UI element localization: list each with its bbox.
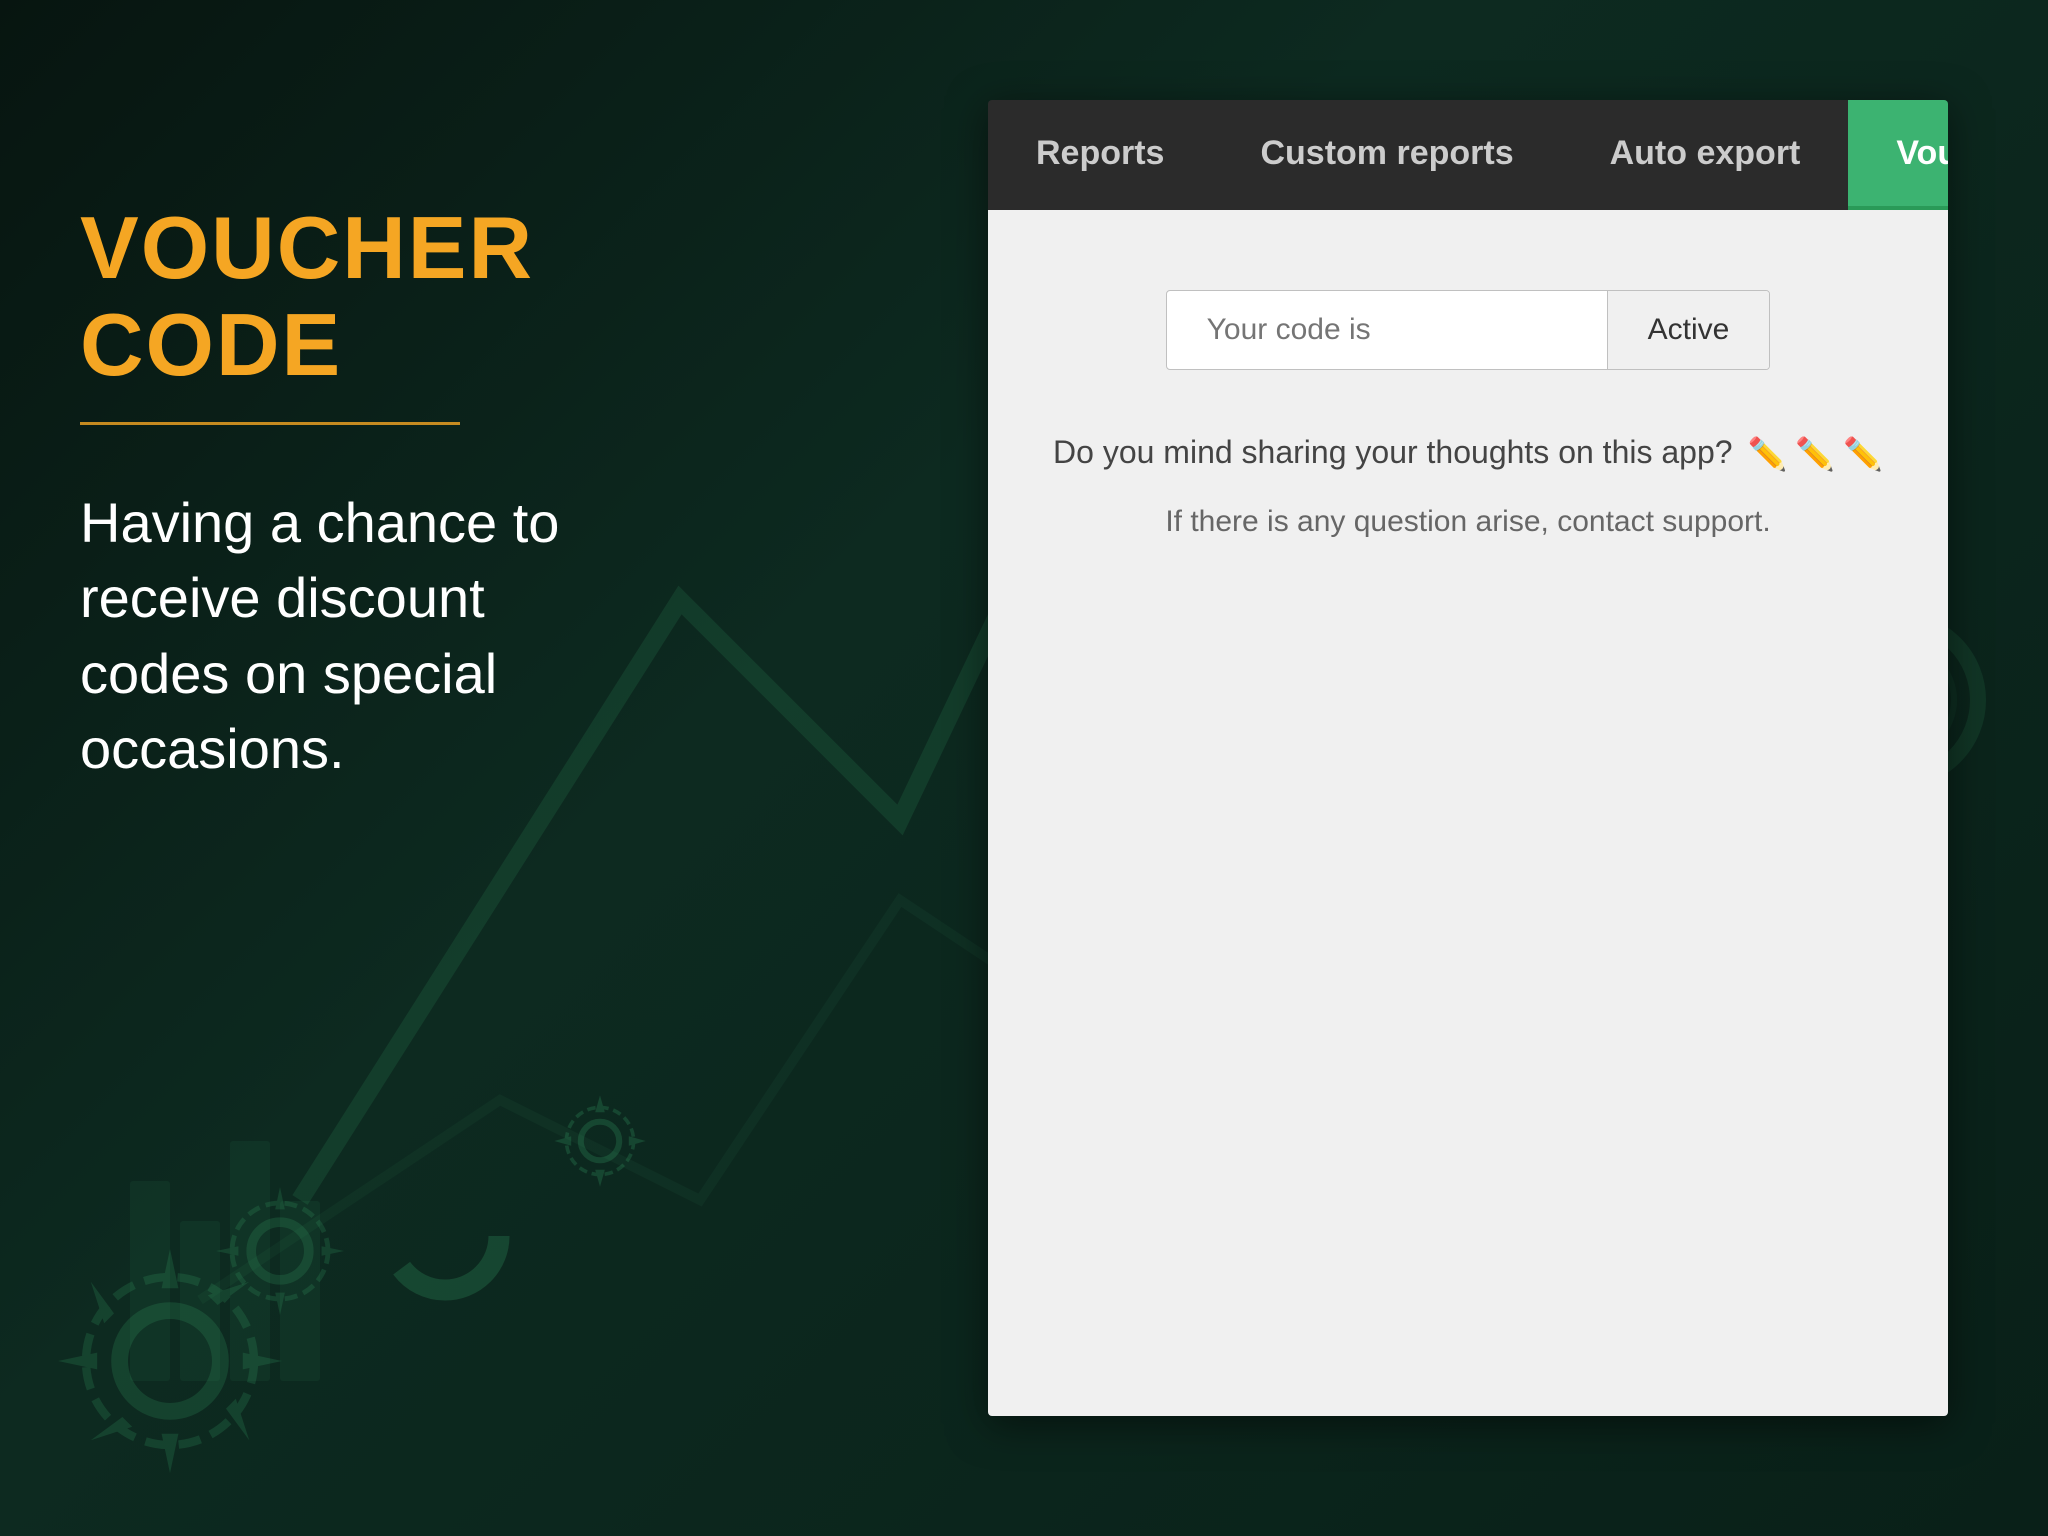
- tab-voucher[interactable]: Voucher: [1848, 100, 1948, 210]
- tab-bar: Reports Custom reports Auto export Vouch…: [988, 100, 1948, 210]
- edit-icon-2: ✏️: [1795, 432, 1835, 477]
- edit-icon-1: ✏️: [1747, 432, 1787, 477]
- tab-auto-export[interactable]: Auto export: [1562, 100, 1849, 210]
- page-title: VOUCHER CODE: [80, 200, 600, 394]
- support-text: If there is any question arise, contact …: [1165, 505, 1770, 539]
- left-panel: VOUCHER CODE Having a chance to receive …: [0, 0, 680, 1536]
- voucher-content: Active Do you mind sharing your thoughts…: [988, 210, 1948, 1416]
- voucher-code-input[interactable]: [1167, 291, 1607, 369]
- tab-reports[interactable]: Reports: [988, 100, 1212, 210]
- title-divider: [80, 422, 460, 425]
- active-button[interactable]: Active: [1607, 291, 1770, 369]
- main-panel: Reports Custom reports Auto export Vouch…: [988, 100, 1948, 1416]
- tab-custom-reports[interactable]: Custom reports: [1212, 100, 1561, 210]
- edit-icons: ✏️ ✏️ ✏️: [1747, 432, 1883, 477]
- page-description: Having a chance to receive discount code…: [80, 485, 600, 787]
- edit-icon-3: ✏️: [1843, 432, 1883, 477]
- feedback-question-text: Do you mind sharing your thoughts on thi…: [1053, 430, 1883, 477]
- voucher-input-row: Active: [1166, 290, 1771, 370]
